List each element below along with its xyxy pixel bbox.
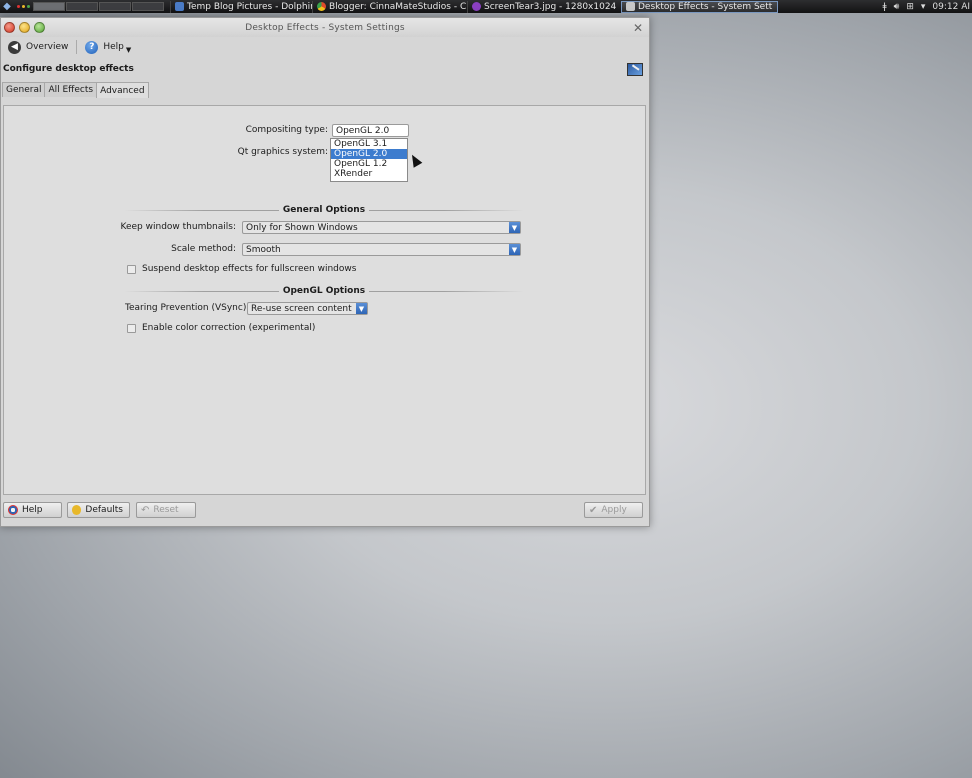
checkmark-icon: ✔ bbox=[589, 504, 598, 516]
tearing-prevention-value: Re-use screen content bbox=[251, 303, 352, 314]
tools-icon[interactable]: ✕ bbox=[633, 21, 643, 35]
dropdown-option-opengl-2-0[interactable]: OpenGL 2.0 bbox=[331, 149, 407, 159]
system-settings-window: Desktop Effects - System Settings ✕ ◀ Ov… bbox=[0, 17, 650, 527]
volume-icon[interactable]: 🔊︎ bbox=[894, 2, 900, 12]
opengl-options-title: OpenGL Options bbox=[244, 286, 404, 296]
thumbnails-label-row: Keep window thumbnails: bbox=[64, 222, 236, 232]
thumbnails-select[interactable]: Only for Shown Windows ▼ bbox=[242, 221, 521, 234]
desktop-effects-icon bbox=[627, 62, 643, 76]
task-label: Blogger: CinnaMateStudios - C bbox=[329, 1, 467, 12]
help-menu-button[interactable]: ? Help ▼ bbox=[81, 39, 135, 56]
color-correction-label[interactable]: Enable color correction (experimental) bbox=[142, 323, 315, 333]
chevron-down-icon: ▼ bbox=[509, 222, 520, 233]
compositing-type-value: OpenGL 2.0 bbox=[336, 125, 390, 136]
compositing-type-dropdown: OpenGL 3.1 OpenGL 2.0 OpenGL 1.2 XRender bbox=[330, 138, 408, 182]
defaults-button[interactable]: Defaults bbox=[67, 502, 130, 518]
suspend-effects-checkbox[interactable] bbox=[127, 264, 136, 274]
reset-button-label: Reset bbox=[153, 505, 179, 515]
chrome-icon bbox=[317, 2, 326, 11]
task-label: Temp Blog Pictures - Dolphin bbox=[187, 1, 312, 12]
scale-method-value: Smooth bbox=[246, 244, 281, 255]
general-options-title: General Options bbox=[244, 205, 404, 215]
advanced-panel: Compositing type: OpenGL 2.0 Qt graphics… bbox=[3, 105, 646, 495]
thumbnails-value: Only for Shown Windows bbox=[246, 222, 358, 233]
help-lifebuoy-icon bbox=[8, 505, 18, 515]
help-button[interactable]: Help bbox=[3, 502, 62, 518]
tearing-prevention-label: Tearing Prevention (VSync) bbox=[125, 303, 247, 313]
chevron-down-icon: ▼ bbox=[356, 303, 367, 314]
tearing-label-row: Tearing Prevention (VSync) bbox=[125, 303, 246, 313]
reset-button[interactable]: ↶ Reset bbox=[136, 502, 196, 518]
activity-dots-icon[interactable] bbox=[17, 5, 30, 8]
undo-icon: ↶ bbox=[141, 504, 150, 516]
pager-desktop-1[interactable] bbox=[33, 2, 65, 11]
chevron-down-icon: ▼ bbox=[125, 46, 132, 54]
taskbar: ◆ Temp Blog Pictures - Dolphin Blogger: … bbox=[0, 0, 972, 13]
page-heading: Configure desktop effects bbox=[1, 57, 649, 81]
qt-graphics-system-label: Qt graphics system: bbox=[237, 147, 328, 157]
page-title: Configure desktop effects bbox=[3, 64, 134, 74]
help-icon: ? bbox=[85, 40, 99, 54]
clock[interactable]: 09:12 AI bbox=[932, 2, 970, 12]
compositing-type-label: Compositing type: bbox=[245, 125, 328, 135]
color-correction-checkbox[interactable] bbox=[127, 323, 136, 333]
task-dolphin[interactable]: Temp Blog Pictures - Dolphin bbox=[170, 0, 312, 13]
thumbnails-label: Keep window thumbnails: bbox=[120, 222, 236, 232]
task-image-viewer[interactable]: ScreenTear3.jpg - 1280x1024 bbox=[467, 0, 621, 13]
opengl-options-title-text: OpenGL Options bbox=[278, 286, 370, 296]
help-button-label: Help bbox=[22, 505, 43, 515]
network-icon[interactable]: ⊞ bbox=[906, 2, 914, 12]
general-options-title-text: General Options bbox=[278, 205, 370, 215]
defaults-icon bbox=[72, 505, 82, 515]
scale-label-row: Scale method: bbox=[64, 244, 236, 254]
defaults-button-label: Defaults bbox=[85, 505, 123, 515]
tab-all-effects[interactable]: All Effects bbox=[44, 82, 98, 97]
qt-graphics-label-row: Qt graphics system: bbox=[184, 147, 328, 157]
dropdown-option-opengl-3-1[interactable]: OpenGL 3.1 bbox=[331, 139, 407, 149]
pager-desktop-3[interactable] bbox=[99, 2, 131, 11]
desktop-pager[interactable] bbox=[33, 2, 164, 11]
compositing-type-label-row: Compositing type: bbox=[184, 125, 328, 135]
tray-arrow-icon[interactable]: ▾ bbox=[921, 2, 926, 12]
scale-method-select[interactable]: Smooth ▼ bbox=[242, 243, 521, 256]
task-label: Desktop Effects - System Sett bbox=[638, 1, 773, 12]
pager-desktop-2[interactable] bbox=[66, 2, 98, 11]
dolphin-icon bbox=[175, 2, 184, 11]
app-launcher-icon[interactable]: ◆ bbox=[0, 1, 14, 12]
apply-button[interactable]: ✔ Apply bbox=[584, 502, 643, 518]
overview-button[interactable]: ◀ Overview bbox=[4, 39, 72, 56]
thermometer-icon[interactable]: ǂ bbox=[883, 2, 887, 12]
tab-bar: General All Effects Advanced bbox=[1, 81, 649, 98]
tab-general[interactable]: General bbox=[2, 82, 46, 97]
color-correction-row[interactable]: Enable color correction (experimental) bbox=[127, 323, 315, 333]
task-desktop-effects[interactable]: Desktop Effects - System Sett bbox=[621, 0, 778, 13]
scale-method-label: Scale method: bbox=[171, 244, 236, 254]
help-label: Help bbox=[103, 42, 124, 52]
system-tray: ǂ 🔊︎ ⊞ ▾ 09:12 AI bbox=[883, 0, 972, 13]
tearing-prevention-select[interactable]: Re-use screen content ▼ bbox=[247, 302, 368, 315]
titlebar[interactable]: Desktop Effects - System Settings ✕ bbox=[1, 18, 649, 37]
overview-label: Overview bbox=[26, 42, 69, 52]
apply-button-label: Apply bbox=[601, 505, 627, 515]
suspend-effects-row[interactable]: Suspend desktop effects for fullscreen w… bbox=[127, 264, 356, 274]
chevron-down-icon: ▼ bbox=[509, 244, 520, 255]
pager-desktop-4[interactable] bbox=[132, 2, 164, 11]
back-arrow-icon: ◀ bbox=[8, 40, 21, 54]
toolbar-separator bbox=[76, 40, 78, 54]
dropdown-option-xrender[interactable]: XRender bbox=[331, 169, 407, 179]
compositing-type-select[interactable]: OpenGL 2.0 bbox=[332, 124, 409, 137]
image-viewer-icon bbox=[472, 2, 481, 11]
dropdown-option-opengl-1-2[interactable]: OpenGL 1.2 bbox=[331, 159, 407, 169]
suspend-effects-label[interactable]: Suspend desktop effects for fullscreen w… bbox=[142, 264, 356, 274]
tab-advanced[interactable]: Advanced bbox=[96, 82, 149, 98]
window-title: Desktop Effects - System Settings bbox=[245, 22, 405, 33]
task-label: ScreenTear3.jpg - 1280x1024 bbox=[484, 1, 617, 12]
system-settings-icon bbox=[626, 2, 635, 11]
task-browser[interactable]: Blogger: CinnaMateStudios - C bbox=[312, 0, 467, 13]
navigation-bar: ◀ Overview ? Help ▼ bbox=[1, 37, 649, 57]
